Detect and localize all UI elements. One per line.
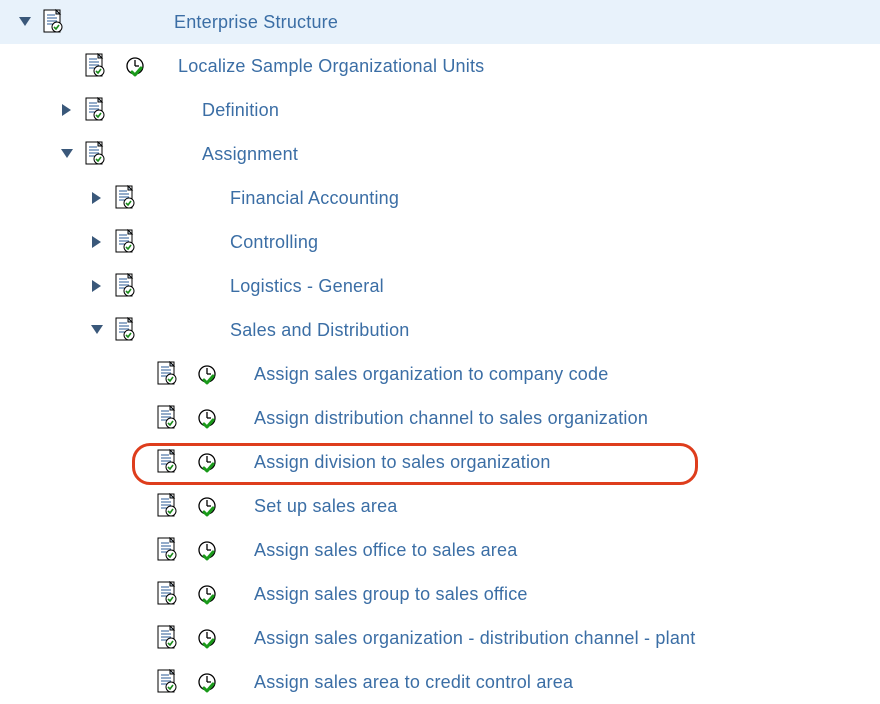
- node-label: Assign division to sales organization: [254, 452, 551, 473]
- img-activity-icon: [114, 185, 136, 211]
- expand-toggle-icon[interactable]: [90, 279, 104, 293]
- img-activity-icon: [42, 9, 64, 35]
- node-label: Assign sales group to sales office: [254, 584, 528, 605]
- execute-icon[interactable]: [196, 671, 218, 693]
- node-label: Logistics - General: [230, 276, 384, 297]
- tree-node-definition[interactable]: Definition: [0, 88, 880, 132]
- expand-toggle-icon[interactable]: [60, 103, 74, 117]
- execute-icon[interactable]: [124, 55, 146, 77]
- img-activity-icon: [156, 493, 178, 519]
- img-activity-icon: [114, 317, 136, 343]
- node-label: Sales and Distribution: [230, 320, 410, 341]
- execute-icon[interactable]: [196, 451, 218, 473]
- expand-toggle-icon[interactable]: [90, 235, 104, 249]
- node-label: Definition: [202, 100, 279, 121]
- node-label: Assignment: [202, 144, 298, 165]
- tree-node-enterprise-structure[interactable]: Enterprise Structure: [0, 0, 880, 44]
- execute-icon[interactable]: [196, 539, 218, 561]
- expand-toggle-icon[interactable]: [90, 191, 104, 205]
- img-activity-icon: [156, 581, 178, 607]
- node-label: Assign sales organization - distribution…: [254, 628, 695, 649]
- execute-icon[interactable]: [196, 583, 218, 605]
- tree-node-logistics-general[interactable]: Logistics - General: [0, 264, 880, 308]
- expand-toggle-icon[interactable]: [18, 15, 32, 29]
- tree-node-sd-assign-office-area[interactable]: Assign sales office to sales area: [0, 528, 880, 572]
- node-label: Assign sales area to credit control area: [254, 672, 573, 693]
- img-activity-icon: [156, 361, 178, 387]
- node-label: Enterprise Structure: [174, 12, 338, 33]
- expand-toggle-icon[interactable]: [90, 323, 104, 337]
- tree-node-financial-accounting[interactable]: Financial Accounting: [0, 176, 880, 220]
- node-label: Financial Accounting: [230, 188, 399, 209]
- node-label: Set up sales area: [254, 496, 398, 517]
- img-activity-icon: [84, 53, 106, 79]
- tree-node-sd-assign-division[interactable]: Assign division to sales organization: [0, 440, 880, 484]
- tree-node-sd-assign-dist-channel[interactable]: Assign distribution channel to sales org…: [0, 396, 880, 440]
- tree-node-sd-assign-area-credit[interactable]: Assign sales area to credit control area: [0, 660, 880, 704]
- tree-node-sd-assign-org-dist-plant[interactable]: Assign sales organization - distribution…: [0, 616, 880, 660]
- img-activity-icon: [156, 537, 178, 563]
- tree-node-controlling[interactable]: Controlling: [0, 220, 880, 264]
- node-label: Assign sales organization to company cod…: [254, 364, 608, 385]
- img-activity-icon: [84, 141, 106, 167]
- img-activity-icon: [156, 669, 178, 695]
- expand-toggle-icon[interactable]: [60, 147, 74, 161]
- tree-node-sales-distribution[interactable]: Sales and Distribution: [0, 308, 880, 352]
- tree-node-assignment[interactable]: Assignment: [0, 132, 880, 176]
- execute-icon[interactable]: [196, 363, 218, 385]
- tree-node-sd-setup-sales-area[interactable]: Set up sales area: [0, 484, 880, 528]
- node-label: Controlling: [230, 232, 318, 253]
- img-activity-icon: [156, 405, 178, 431]
- img-activity-icon: [114, 229, 136, 255]
- tree-node-sd-assign-group-office[interactable]: Assign sales group to sales office: [0, 572, 880, 616]
- execute-icon[interactable]: [196, 407, 218, 429]
- node-label: Assign sales office to sales area: [254, 540, 517, 561]
- tree-node-sd-assign-sales-org-company[interactable]: Assign sales organization to company cod…: [0, 352, 880, 396]
- node-label: Assign distribution channel to sales org…: [254, 408, 648, 429]
- img-activity-icon: [84, 97, 106, 123]
- img-activity-icon: [156, 625, 178, 651]
- tree-node-localize[interactable]: Localize Sample Organizational Units: [0, 44, 880, 88]
- node-label: Localize Sample Organizational Units: [178, 56, 484, 77]
- img-activity-icon: [114, 273, 136, 299]
- img-activity-icon: [156, 449, 178, 475]
- execute-icon[interactable]: [196, 495, 218, 517]
- execute-icon[interactable]: [196, 627, 218, 649]
